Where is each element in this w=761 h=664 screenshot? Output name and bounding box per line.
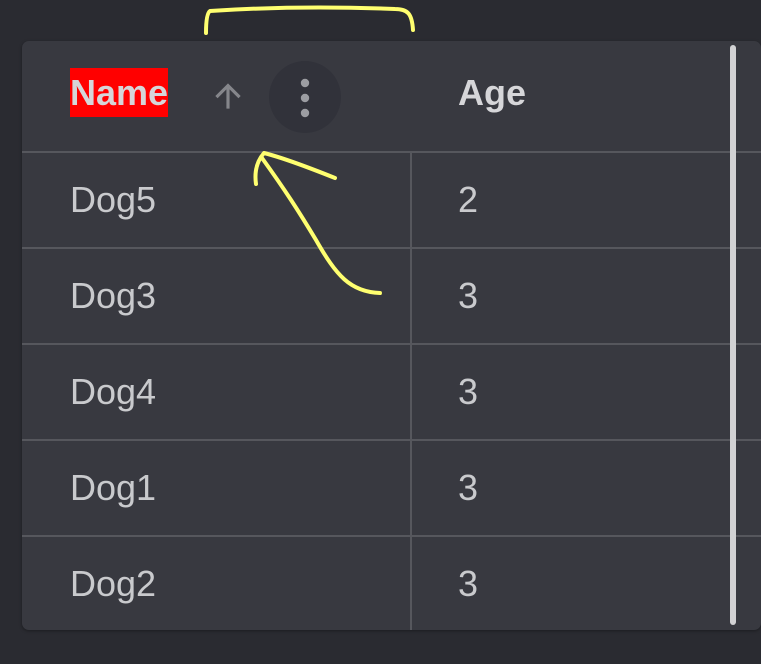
cell-name[interactable]: Dog5 <box>70 153 156 247</box>
cell-name[interactable]: Dog3 <box>70 249 156 343</box>
table-row[interactable]: Dog2 3 <box>22 537 761 630</box>
cell-age[interactable]: 2 <box>458 153 478 247</box>
cell-age[interactable]: 3 <box>458 441 478 535</box>
table-row[interactable]: Dog5 2 <box>22 153 761 249</box>
table-row[interactable]: Dog1 3 <box>22 441 761 537</box>
annotation-bracket <box>204 5 415 35</box>
cell-name[interactable]: Dog1 <box>70 441 156 535</box>
arrow-up-icon[interactable] <box>209 77 247 115</box>
cell-age[interactable]: 3 <box>458 249 478 343</box>
cell-name[interactable]: Dog2 <box>70 537 156 630</box>
cell-name[interactable]: Dog4 <box>70 345 156 439</box>
grid-header: Name Age <box>22 41 761 153</box>
data-grid: Name Age Dog5 2 Dog3 3 Dog4 3 Dog1 3 Dog… <box>22 41 761 630</box>
table-row[interactable]: Dog3 3 <box>22 249 761 345</box>
kebab-menu-icon <box>300 78 310 118</box>
table-row[interactable]: Dog4 3 <box>22 345 761 441</box>
grid-body: Dog5 2 Dog3 3 Dog4 3 Dog1 3 Dog2 3 <box>22 153 761 630</box>
column-divider <box>410 153 412 630</box>
column-header-age[interactable]: Age <box>458 68 526 118</box>
column-header-name[interactable]: Name <box>70 68 169 117</box>
column-menu-button[interactable] <box>269 61 341 133</box>
cell-age[interactable]: 3 <box>458 537 478 630</box>
vertical-scrollbar[interactable] <box>730 45 736 625</box>
cell-age[interactable]: 3 <box>458 345 478 439</box>
